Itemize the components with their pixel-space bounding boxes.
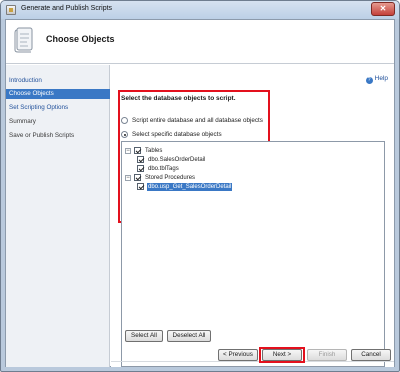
wizard-client-area: Choose Objects Introduction Choose Objec…: [5, 19, 395, 367]
checkbox-procedure-item[interactable]: [137, 183, 144, 190]
deselect-all-button[interactable]: Deselect All: [167, 330, 211, 342]
sidebar-item-introduction[interactable]: Introduction: [6, 76, 110, 86]
checkbox-stored-procedures[interactable]: [134, 174, 141, 181]
scroll-script-icon: [14, 27, 33, 53]
radio-label: Select specific database objects: [132, 131, 222, 138]
title-bar[interactable]: Generate and Publish Scripts ✕: [1, 1, 399, 19]
sidebar-item-choose-objects[interactable]: Choose Objects: [6, 89, 110, 99]
tree-node-table-item[interactable]: dbo.tblTags: [137, 165, 227, 173]
finish-button: Finish: [307, 349, 347, 361]
checkbox-tables[interactable]: [134, 147, 141, 154]
tree-node-procedure-item[interactable]: dbo.usp_Get_SalesOrderDetail: [137, 182, 267, 192]
tree-label-table-item: dbo.tblTags: [148, 166, 179, 172]
script-wizard-icon: [6, 5, 16, 15]
main-panel: ? Help Select the database objects to scr…: [111, 65, 394, 367]
tree-label-tables: Tables: [145, 148, 163, 154]
wizard-header: Choose Objects: [6, 20, 394, 64]
sidebar-item-summary: Summary: [9, 118, 36, 125]
collapse-icon[interactable]: −: [125, 175, 131, 181]
footer-divider: [111, 361, 394, 362]
checkbox-table-item[interactable]: [137, 165, 144, 172]
tree-label-table-item: dbo.SalesOrderDetail: [148, 157, 206, 163]
page-title: Choose Objects: [46, 34, 115, 44]
close-button[interactable]: ✕: [371, 2, 395, 16]
tree-label-stored-procedures: Stored Procedures: [145, 175, 196, 181]
tree-label-procedure-item: dbo.usp_Get_SalesOrderDetail: [145, 182, 234, 192]
dialog-window: Generate and Publish Scripts ✕ Choose Ob…: [0, 0, 400, 372]
radio-label: Script entire database and all database …: [132, 117, 263, 124]
tree-node-table-item[interactable]: dbo.SalesOrderDetail: [137, 156, 227, 164]
instruction-text: Select the database objects to script.: [121, 95, 236, 102]
help-icon: ?: [365, 77, 373, 84]
tree-node-stored-procedures[interactable]: − Stored Procedures: [125, 174, 225, 182]
previous-button[interactable]: < Previous: [218, 349, 258, 361]
next-button[interactable]: Next >: [262, 349, 302, 361]
wizard-steps-sidebar: Introduction Choose Objects Set Scriptin…: [6, 65, 110, 367]
window-title: Generate and Publish Scripts: [21, 5, 113, 12]
help-link[interactable]: ? Help: [365, 75, 388, 84]
radio-button-checked[interactable]: [121, 131, 128, 138]
collapse-icon[interactable]: −: [125, 148, 131, 154]
select-all-button[interactable]: Select All: [125, 330, 163, 342]
tree-node-tables[interactable]: − Tables: [125, 147, 215, 155]
sidebar-item-save-or-publish: Save or Publish Scripts: [9, 132, 75, 139]
checkbox-table-item[interactable]: [137, 156, 144, 163]
help-label: Help: [374, 75, 388, 82]
radio-button[interactable]: [121, 117, 128, 124]
cancel-button[interactable]: Cancel: [351, 349, 391, 361]
sidebar-item-set-scripting-options[interactable]: Set Scripting Options: [6, 103, 110, 113]
